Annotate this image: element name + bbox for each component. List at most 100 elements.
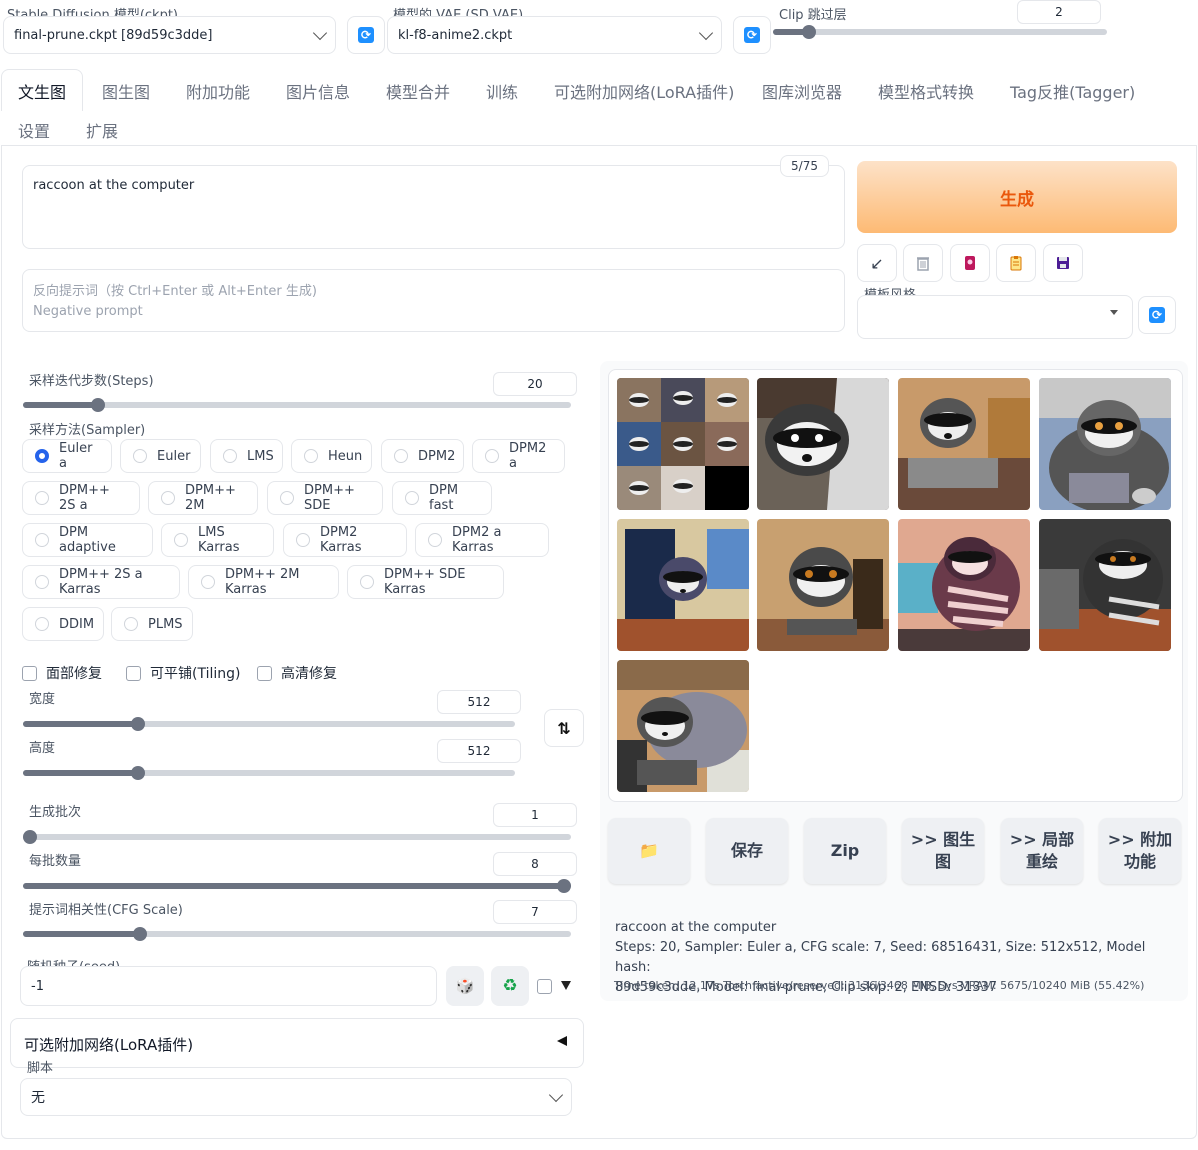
refresh-style-button[interactable]: ⟳ xyxy=(1138,296,1176,334)
radio-icon xyxy=(35,533,49,547)
face-restore-checkbox[interactable]: 面部修复 xyxy=(22,663,102,683)
steps-input[interactable]: 20 xyxy=(493,372,577,396)
sampler-option[interactable]: DPM++ 2M Karras xyxy=(188,565,339,599)
send-to-img2img-button[interactable]: >> 图生图 xyxy=(902,818,984,884)
send-to-extras-button[interactable]: >> 附加功能 xyxy=(1099,818,1181,884)
sampler-option[interactable]: Heun xyxy=(291,439,372,473)
tab-img2img[interactable]: 图生图 xyxy=(102,79,150,103)
clip-skip-knob[interactable] xyxy=(802,25,816,39)
gallery-image[interactable] xyxy=(1039,378,1171,510)
save-button[interactable]: 保存 xyxy=(706,818,788,884)
lora-accordion[interactable]: 可选附加网络(LoRA插件) xyxy=(10,1018,584,1068)
show-extra-networks-button[interactable] xyxy=(950,244,990,282)
gallery-image[interactable] xyxy=(617,519,749,651)
sampler-option[interactable]: LMS Karras xyxy=(161,523,274,557)
sampler-option[interactable]: Euler a xyxy=(22,439,112,473)
generate-button[interactable]: 生成 xyxy=(857,161,1177,233)
sampler-option[interactable]: LMS xyxy=(210,439,283,473)
vae-dropdown[interactable]: kl-f8-anime2.ckpt xyxy=(387,16,722,54)
apply-style-button[interactable] xyxy=(996,244,1036,282)
tab-extensions[interactable]: 扩展 xyxy=(86,118,118,142)
sampler-option[interactable]: DPM2 Karras xyxy=(283,523,407,557)
script-dropdown[interactable]: 无 xyxy=(20,1078,572,1116)
sampler-option[interactable]: DPM2 a Karras xyxy=(415,523,549,557)
tiling-checkbox[interactable]: 可平铺(Tiling) xyxy=(126,663,240,683)
gallery-image[interactable] xyxy=(757,519,889,651)
style-dropdown[interactable] xyxy=(857,295,1133,339)
refresh-vae-button[interactable]: ⟳ xyxy=(733,16,771,54)
random-seed-button[interactable]: 🎲 xyxy=(446,966,484,1006)
tab-txt2img[interactable]: 文生图 xyxy=(18,79,66,103)
send-to-inpaint-button[interactable]: >> 局部重绘 xyxy=(1001,818,1083,884)
sampler-option[interactable]: DPM fast xyxy=(392,481,492,515)
sampler-label: 采样方法(Sampler) xyxy=(29,423,146,438)
sampler-option[interactable]: DPM adaptive xyxy=(22,523,153,557)
batch-count-knob[interactable] xyxy=(23,830,37,844)
ckpt-value: final-prune.ckpt [89d59c3dde] xyxy=(14,27,213,43)
cfg-input[interactable]: 7 xyxy=(493,900,577,924)
ckpt-dropdown[interactable]: final-prune.ckpt [89d59c3dde] xyxy=(3,16,336,54)
zip-button[interactable]: Zip xyxy=(804,818,886,884)
read-params-button[interactable]: ↙ xyxy=(857,244,897,282)
open-folder-button[interactable]: 📁 xyxy=(608,818,690,884)
sampler-option[interactable]: DPM2 a xyxy=(472,439,565,473)
prompt-textarea[interactable]: raccoon at the computer xyxy=(22,165,845,249)
gallery-image[interactable] xyxy=(898,519,1030,651)
expand-triangle-icon[interactable] xyxy=(561,981,571,990)
sampler-option[interactable]: DPM2 xyxy=(381,439,464,473)
raccoon-image xyxy=(898,378,1030,510)
sampler-option[interactable]: DPM++ SDE xyxy=(267,481,383,515)
tab-png-info[interactable]: 图片信息 xyxy=(286,79,350,103)
negative-prompt-textarea[interactable]: 反向提示词（按 Ctrl+Enter 或 Alt+Enter 生成) Negat… xyxy=(22,269,845,332)
clip-skip-input[interactable]: 2 xyxy=(1017,0,1101,24)
card-icon xyxy=(965,256,975,270)
tab-settings[interactable]: 设置 xyxy=(18,118,50,142)
hires-fix-checkbox[interactable]: 高清修复 xyxy=(257,663,337,683)
width-slider[interactable] xyxy=(23,717,515,731)
sampler-option[interactable]: DPM++ 2M xyxy=(148,481,258,515)
tab-train[interactable]: 训练 xyxy=(486,79,518,103)
swap-dimensions-button[interactable]: ⇅ xyxy=(544,709,584,747)
sampler-option[interactable]: Euler xyxy=(120,439,201,473)
batch-size-knob[interactable] xyxy=(557,879,571,893)
sampler-option[interactable]: DDIM xyxy=(22,607,104,641)
radio-icon xyxy=(35,575,49,589)
gallery-image[interactable] xyxy=(617,660,749,792)
gallery-image-grid[interactable] xyxy=(617,378,749,510)
tab-extras[interactable]: 附加功能 xyxy=(186,79,250,103)
steps-slider[interactable] xyxy=(23,398,571,412)
refresh-ckpt-button[interactable]: ⟳ xyxy=(347,16,385,54)
sampler-option[interactable]: DPM++ 2S a xyxy=(22,481,140,515)
extra-seed-checkbox[interactable] xyxy=(537,979,552,998)
batch-size-slider[interactable] xyxy=(23,879,571,893)
cfg-slider[interactable] xyxy=(23,927,571,941)
height-knob[interactable] xyxy=(131,766,145,780)
tab-gallery[interactable]: 图库浏览器 xyxy=(762,79,842,103)
clip-skip-slider[interactable] xyxy=(773,25,1107,39)
width-knob[interactable] xyxy=(131,717,145,731)
radio-icon xyxy=(174,533,188,547)
seed-input[interactable]: -1 xyxy=(20,966,437,1006)
clear-prompt-button[interactable] xyxy=(903,244,943,282)
gallery-image[interactable] xyxy=(757,378,889,510)
batch-size-input[interactable]: 8 xyxy=(493,852,577,876)
width-input[interactable]: 512 xyxy=(437,690,521,714)
reuse-seed-button[interactable]: ♻ xyxy=(491,966,529,1006)
tab-merge[interactable]: 模型合并 xyxy=(386,79,450,103)
tab-lora[interactable]: 可选附加网络(LoRA插件) xyxy=(554,79,734,103)
gallery-image[interactable] xyxy=(1039,519,1171,651)
save-style-button[interactable] xyxy=(1043,244,1083,282)
cfg-knob[interactable] xyxy=(133,927,147,941)
sampler-option[interactable]: PLMS xyxy=(111,607,193,641)
sampler-option[interactable]: DPM++ SDE Karras xyxy=(347,565,504,599)
steps-knob[interactable] xyxy=(91,398,105,412)
tab-tagger[interactable]: Tag反推(Tagger) xyxy=(1010,79,1135,103)
batch-count-slider[interactable] xyxy=(23,830,571,844)
sampler-option[interactable]: DPM++ 2S a Karras xyxy=(22,565,180,599)
height-slider[interactable] xyxy=(23,766,515,780)
height-input[interactable]: 512 xyxy=(437,739,521,763)
tab-convert[interactable]: 模型格式转换 xyxy=(878,79,974,103)
gallery-image[interactable] xyxy=(898,378,1030,510)
batch-count-input[interactable]: 1 xyxy=(493,803,577,827)
sampler-option-label: PLMS xyxy=(148,616,183,632)
